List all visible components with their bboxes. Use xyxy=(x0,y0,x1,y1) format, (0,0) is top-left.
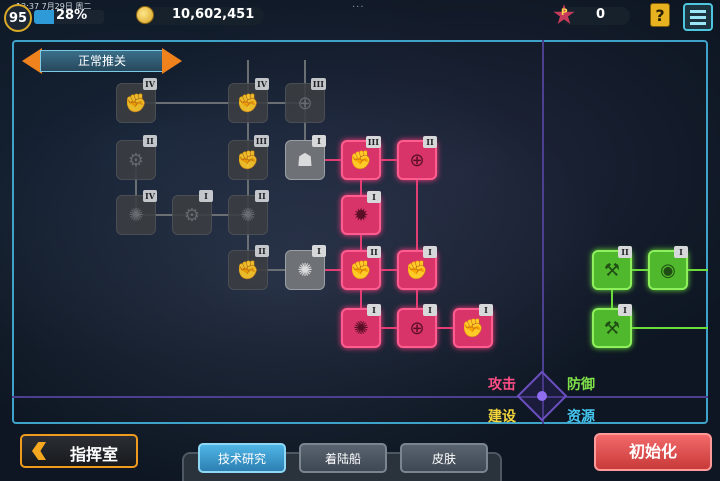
tech-node-attack[interactable]: ✊ I xyxy=(397,246,437,290)
premium-p-glyph: P xyxy=(561,8,568,18)
vortex-icon: ✺ xyxy=(353,317,369,339)
crosshair-icon: ⊕ xyxy=(297,92,313,114)
tech-node-available[interactable]: ✺ I xyxy=(285,245,326,290)
rank-badge: IV xyxy=(255,78,269,90)
alarm-icon: ◉ xyxy=(660,259,676,281)
tech-node-locked[interactable]: ✊ II xyxy=(228,245,269,290)
tech-node-defense[interactable]: ◉ I xyxy=(648,246,688,290)
rank-badge: I xyxy=(312,245,326,257)
fist-icon: ✊ xyxy=(236,92,260,114)
rank-badge: I xyxy=(312,135,326,147)
quadrant-divider-vertical xyxy=(542,40,544,424)
drag-handle-icon: ··· xyxy=(352,2,365,13)
tech-node-attack[interactable]: ✊ I xyxy=(453,304,493,348)
rank-badge: IV xyxy=(143,78,157,90)
vortex-icon: ✺ xyxy=(240,204,256,226)
tech-node-available[interactable]: ☗ I xyxy=(285,135,326,180)
arrow-right-icon[interactable] xyxy=(162,48,182,74)
hammer-icon: ⚒ xyxy=(603,317,621,339)
coin-value: 10,602,451 xyxy=(172,7,255,22)
rank-badge: II xyxy=(255,245,269,257)
xp-fill xyxy=(34,10,54,24)
tech-node-attack[interactable]: ✺ I xyxy=(341,304,381,348)
rank-badge: I xyxy=(367,191,381,203)
rank-badge: I xyxy=(423,246,437,258)
menu-button[interactable] xyxy=(683,3,713,31)
sun-clock-icon: ✹ xyxy=(353,204,369,226)
mode-selector: 正常推关 xyxy=(22,48,182,74)
rank-badge: I xyxy=(199,190,213,202)
tech-node-locked[interactable]: ✺ IV xyxy=(116,190,157,235)
premium-value: 0 xyxy=(596,7,606,22)
level-badge[interactable]: 95 xyxy=(4,4,32,32)
tech-node-defense[interactable]: ⚒ II xyxy=(592,246,632,290)
tech-node-locked[interactable]: ⚙ II xyxy=(116,135,157,180)
tech-node-attack[interactable]: ⊕ II xyxy=(397,136,437,180)
rank-badge: III xyxy=(365,136,381,148)
top-bar: 12:37 7月29日 周二 95 28% ··· 10,602,451 P 0… xyxy=(0,0,720,34)
quadrant-build-label[interactable]: 建设 xyxy=(488,406,516,426)
back-label: 指挥室 xyxy=(70,445,119,464)
tech-node-attack[interactable]: ✹ I xyxy=(341,191,381,235)
fist-icon: ✊ xyxy=(349,149,373,171)
compass-center-icon xyxy=(537,391,547,401)
tech-node-attack[interactable]: ✊ III xyxy=(341,136,381,180)
help-icon[interactable]: ? xyxy=(650,3,670,27)
menu-line-icon xyxy=(690,15,706,19)
rank-badge: III xyxy=(310,78,326,90)
tech-node-defense[interactable]: ⚒ I xyxy=(592,304,632,348)
beast-icon: ☗ xyxy=(296,149,314,171)
rank-badge: IV xyxy=(143,190,157,202)
crosshair-icon: ⊕ xyxy=(409,317,425,339)
shield-gear-icon: ⚙ xyxy=(127,149,145,171)
rank-badge: I xyxy=(367,304,381,316)
rank-badge: II xyxy=(423,136,437,148)
tech-node-attack[interactable]: ⊕ I xyxy=(397,304,437,348)
tab-landing-ship[interactable]: 着陆船 xyxy=(299,443,387,473)
quadrant-defense-label[interactable]: 防御 xyxy=(567,374,595,394)
rank-badge: I xyxy=(479,304,493,316)
vortex-icon: ✺ xyxy=(297,259,313,281)
rank-badge: II xyxy=(255,190,269,202)
tech-node-locked[interactable]: ✊ III xyxy=(228,135,269,180)
tab-tech-research[interactable]: 技术研究 xyxy=(198,443,286,473)
reset-button[interactable]: 初始化 xyxy=(594,433,712,471)
xp-percent: 28% xyxy=(56,8,88,23)
tech-node-locked[interactable]: ⚙ I xyxy=(172,190,213,235)
fist-icon: ✊ xyxy=(124,92,148,114)
coin-icon xyxy=(136,6,154,24)
fist-icon: ✊ xyxy=(405,259,429,281)
tab-skins[interactable]: 皮肤 xyxy=(400,443,488,473)
fist-icon: ✊ xyxy=(236,259,260,281)
mode-label[interactable]: 正常推关 xyxy=(40,50,164,72)
quadrant-divider-horizontal xyxy=(12,396,708,398)
fist-icon: ✊ xyxy=(349,259,373,281)
rank-badge: II xyxy=(143,135,157,147)
hammer-icon: ⚒ xyxy=(603,259,621,281)
tech-node-locked[interactable]: ⊕ III xyxy=(285,78,326,123)
quadrant-attack-label[interactable]: 攻击 xyxy=(488,374,516,394)
menu-line-icon xyxy=(690,9,706,13)
arrow-left-icon[interactable] xyxy=(22,48,42,74)
tech-node-locked[interactable]: ✊ IV xyxy=(116,78,157,123)
tech-node-attack[interactable]: ✊ II xyxy=(341,246,381,290)
shield-gear-icon: ⚙ xyxy=(183,204,201,226)
fist-icon: ✊ xyxy=(236,149,260,171)
premium-box xyxy=(560,7,630,25)
rank-badge: II xyxy=(367,246,381,258)
menu-line-icon xyxy=(690,21,706,25)
tech-node-locked[interactable]: ✊ IV xyxy=(228,78,269,123)
rank-badge: I xyxy=(618,304,632,316)
rank-badge: II xyxy=(618,246,632,258)
rank-badge: I xyxy=(674,246,688,258)
rank-badge: I xyxy=(423,304,437,316)
vortex-icon: ✺ xyxy=(128,204,144,226)
quadrant-resource-label[interactable]: 资源 xyxy=(567,406,595,426)
crosshair-icon: ⊕ xyxy=(409,149,425,171)
rank-badge: III xyxy=(253,135,269,147)
tech-node-locked[interactable]: ✺ II xyxy=(228,190,269,235)
fist-icon: ✊ xyxy=(461,317,485,339)
